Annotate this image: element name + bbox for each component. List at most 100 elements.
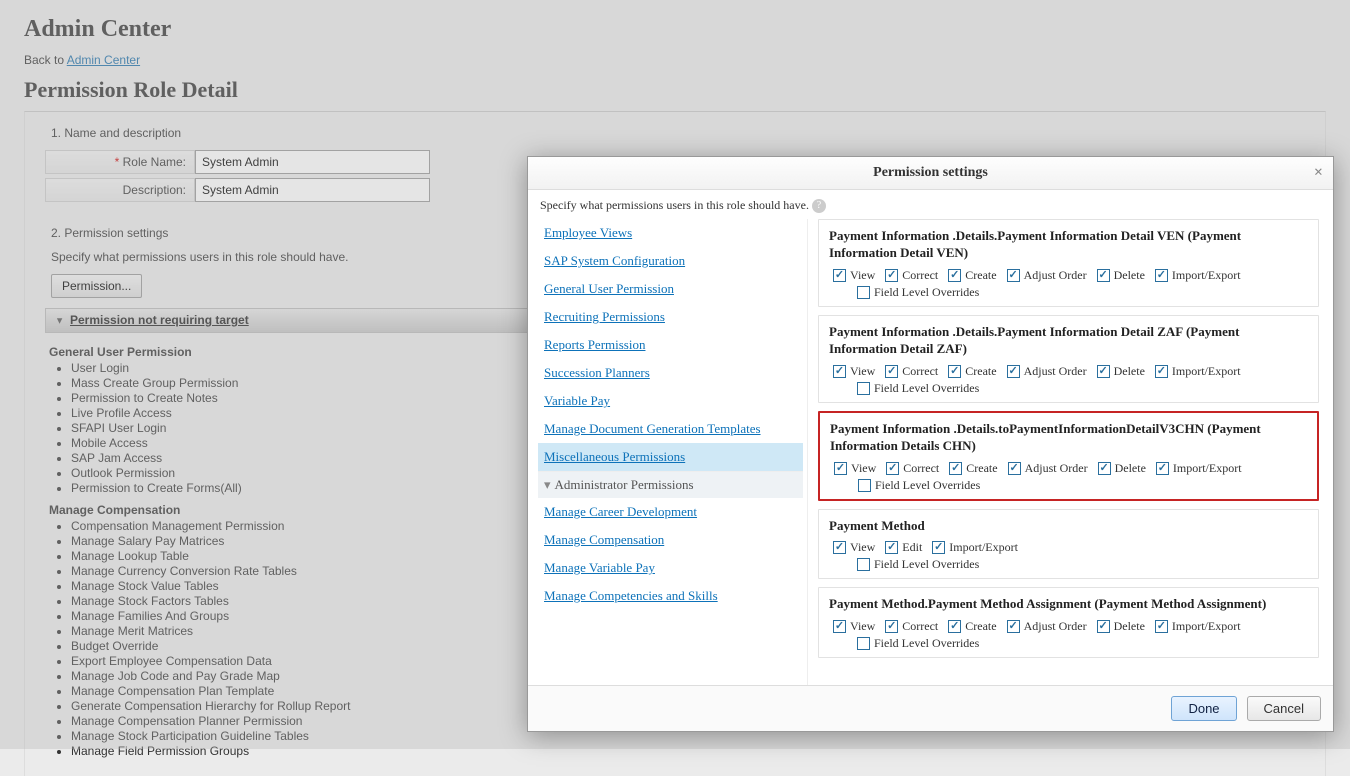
permission-checkbox[interactable]: Create xyxy=(948,619,996,634)
back-link[interactable]: Admin Center xyxy=(67,53,140,67)
permission-block: Payment Method.Payment Method Assignment… xyxy=(818,587,1319,658)
permission-checkbox[interactable]: Correct xyxy=(886,461,939,476)
checkbox-icon xyxy=(948,620,961,633)
permission-label: Field Level Overrides xyxy=(874,381,979,396)
permission-checkbox[interactable]: View xyxy=(833,364,875,379)
checkbox-icon xyxy=(885,365,898,378)
checkbox-icon xyxy=(1156,462,1169,475)
permission-label: Adjust Order xyxy=(1025,461,1088,476)
permission-settings-dialog: Permission settings × Specify what permi… xyxy=(527,156,1334,732)
section-title: Permission Role Detail xyxy=(24,77,1326,103)
checkbox-icon xyxy=(932,541,945,554)
permission-label: Import/Export xyxy=(1172,268,1241,283)
permission-checkbox[interactable]: Field Level Overrides xyxy=(857,285,979,300)
category-link[interactable]: Manage Career Development xyxy=(538,498,803,526)
category-link[interactable]: Manage Variable Pay xyxy=(538,554,803,582)
permission-checkbox[interactable]: Delete xyxy=(1098,461,1146,476)
checkbox-icon xyxy=(833,365,846,378)
permission-label: Create xyxy=(965,364,996,379)
permission-checkbox[interactable]: Field Level Overrides xyxy=(857,636,979,651)
permission-label: Import/Export xyxy=(1172,364,1241,379)
permission-block: Payment MethodViewEditImport/ExportField… xyxy=(818,509,1319,580)
permission-label: Correct xyxy=(902,619,938,634)
permission-checkbox[interactable]: View xyxy=(833,619,875,634)
permission-checkbox[interactable]: Edit xyxy=(885,540,922,555)
permission-checkbox[interactable]: Adjust Order xyxy=(1008,461,1088,476)
permission-checkbox[interactable]: View xyxy=(833,540,875,555)
permission-label: View xyxy=(850,540,875,555)
permission-detail-pane[interactable]: Payment Information .Details.Payment Inf… xyxy=(808,219,1323,685)
category-link[interactable]: Miscellaneous Permissions xyxy=(538,443,803,471)
checkbox-icon xyxy=(833,269,846,282)
checkbox-icon xyxy=(1155,620,1168,633)
permission-label: Field Level Overrides xyxy=(875,478,980,493)
permission-checkbox[interactable]: Create xyxy=(948,364,996,379)
permission-checkbox[interactable]: View xyxy=(834,461,876,476)
permission-checkbox[interactable]: Create xyxy=(948,268,996,283)
cancel-button[interactable]: Cancel xyxy=(1247,696,1321,721)
permission-checkbox[interactable]: Import/Export xyxy=(1156,461,1242,476)
permission-checkbox[interactable]: Field Level Overrides xyxy=(857,557,979,572)
permission-checkbox[interactable]: Import/Export xyxy=(1155,364,1241,379)
close-icon[interactable]: × xyxy=(1314,164,1323,182)
category-link[interactable]: Reports Permission xyxy=(538,331,803,359)
permission-checkbox[interactable]: Field Level Overrides xyxy=(858,478,980,493)
permission-checkbox[interactable]: Import/Export xyxy=(1155,619,1241,634)
checkbox-icon xyxy=(885,541,898,554)
permission-category-list[interactable]: Employee ViewsSAP System ConfigurationGe… xyxy=(538,219,808,685)
category-link[interactable]: Manage Competencies and Skills xyxy=(538,582,803,610)
category-link[interactable]: Manage Document Generation Templates xyxy=(538,415,803,443)
category-link[interactable]: Succession Planners xyxy=(538,359,803,387)
permission-button[interactable]: Permission... xyxy=(51,274,142,298)
checkbox-icon xyxy=(885,620,898,633)
page-title: Admin Center xyxy=(24,16,1326,43)
permission-block-title: Payment Information .Details.Payment Inf… xyxy=(829,228,1308,262)
permission-label: Adjust Order xyxy=(1024,619,1087,634)
permission-label: Adjust Order xyxy=(1024,364,1087,379)
tree-item: Manage Field Permission Groups xyxy=(71,744,1301,758)
permission-checkbox[interactable]: Correct xyxy=(885,364,938,379)
permission-block-title: Payment Information .Details.toPaymentIn… xyxy=(830,421,1307,455)
permission-label: Import/Export xyxy=(949,540,1018,555)
permission-label: Delete xyxy=(1114,619,1145,634)
permission-checkbox[interactable]: Adjust Order xyxy=(1007,364,1087,379)
category-link[interactable]: Manage Compensation xyxy=(538,526,803,554)
done-button[interactable]: Done xyxy=(1171,696,1236,721)
checkbox-icon xyxy=(886,462,899,475)
category-group-header[interactable]: ▾Administrator Permissions xyxy=(538,471,803,498)
breadcrumb: Back to Admin Center xyxy=(24,53,1326,67)
permission-checkbox[interactable]: Adjust Order xyxy=(1007,619,1087,634)
info-icon[interactable]: ? xyxy=(812,199,826,213)
category-link[interactable]: General User Permission xyxy=(538,275,803,303)
permission-checkbox[interactable]: Correct xyxy=(885,619,938,634)
permission-checkbox[interactable]: Import/Export xyxy=(932,540,1018,555)
checkbox-icon xyxy=(1007,365,1020,378)
checkbox-icon xyxy=(1008,462,1021,475)
category-link[interactable]: Variable Pay xyxy=(538,387,803,415)
permission-checkbox[interactable]: Delete xyxy=(1097,619,1145,634)
checkbox-icon xyxy=(1097,365,1110,378)
permission-label: Field Level Overrides xyxy=(874,557,979,572)
permission-checkbox[interactable]: View xyxy=(833,268,875,283)
permission-label: View xyxy=(851,461,876,476)
checkbox-icon xyxy=(1097,620,1110,633)
permission-block: Payment Information .Details.Payment Inf… xyxy=(818,219,1319,307)
permission-label: Correct xyxy=(902,268,938,283)
permission-checkbox[interactable]: Import/Export xyxy=(1155,268,1241,283)
description-input[interactable] xyxy=(195,178,430,202)
checkbox-icon xyxy=(833,541,846,554)
permission-checkbox[interactable]: Delete xyxy=(1097,364,1145,379)
permission-checkbox[interactable]: Delete xyxy=(1097,268,1145,283)
role-name-input[interactable] xyxy=(195,150,430,174)
permission-checkbox[interactable]: Correct xyxy=(885,268,938,283)
permission-checkbox[interactable]: Field Level Overrides xyxy=(857,381,979,396)
category-link[interactable]: Recruiting Permissions xyxy=(538,303,803,331)
checkbox-icon xyxy=(885,269,898,282)
permission-checkbox[interactable]: Adjust Order xyxy=(1007,268,1087,283)
permission-label: Import/Export xyxy=(1172,619,1241,634)
permission-checkbox[interactable]: Create xyxy=(949,461,997,476)
permission-label: Edit xyxy=(902,540,922,555)
category-link[interactable]: SAP System Configuration xyxy=(538,247,803,275)
category-link[interactable]: Employee Views xyxy=(538,219,803,247)
checkbox-icon xyxy=(833,620,846,633)
